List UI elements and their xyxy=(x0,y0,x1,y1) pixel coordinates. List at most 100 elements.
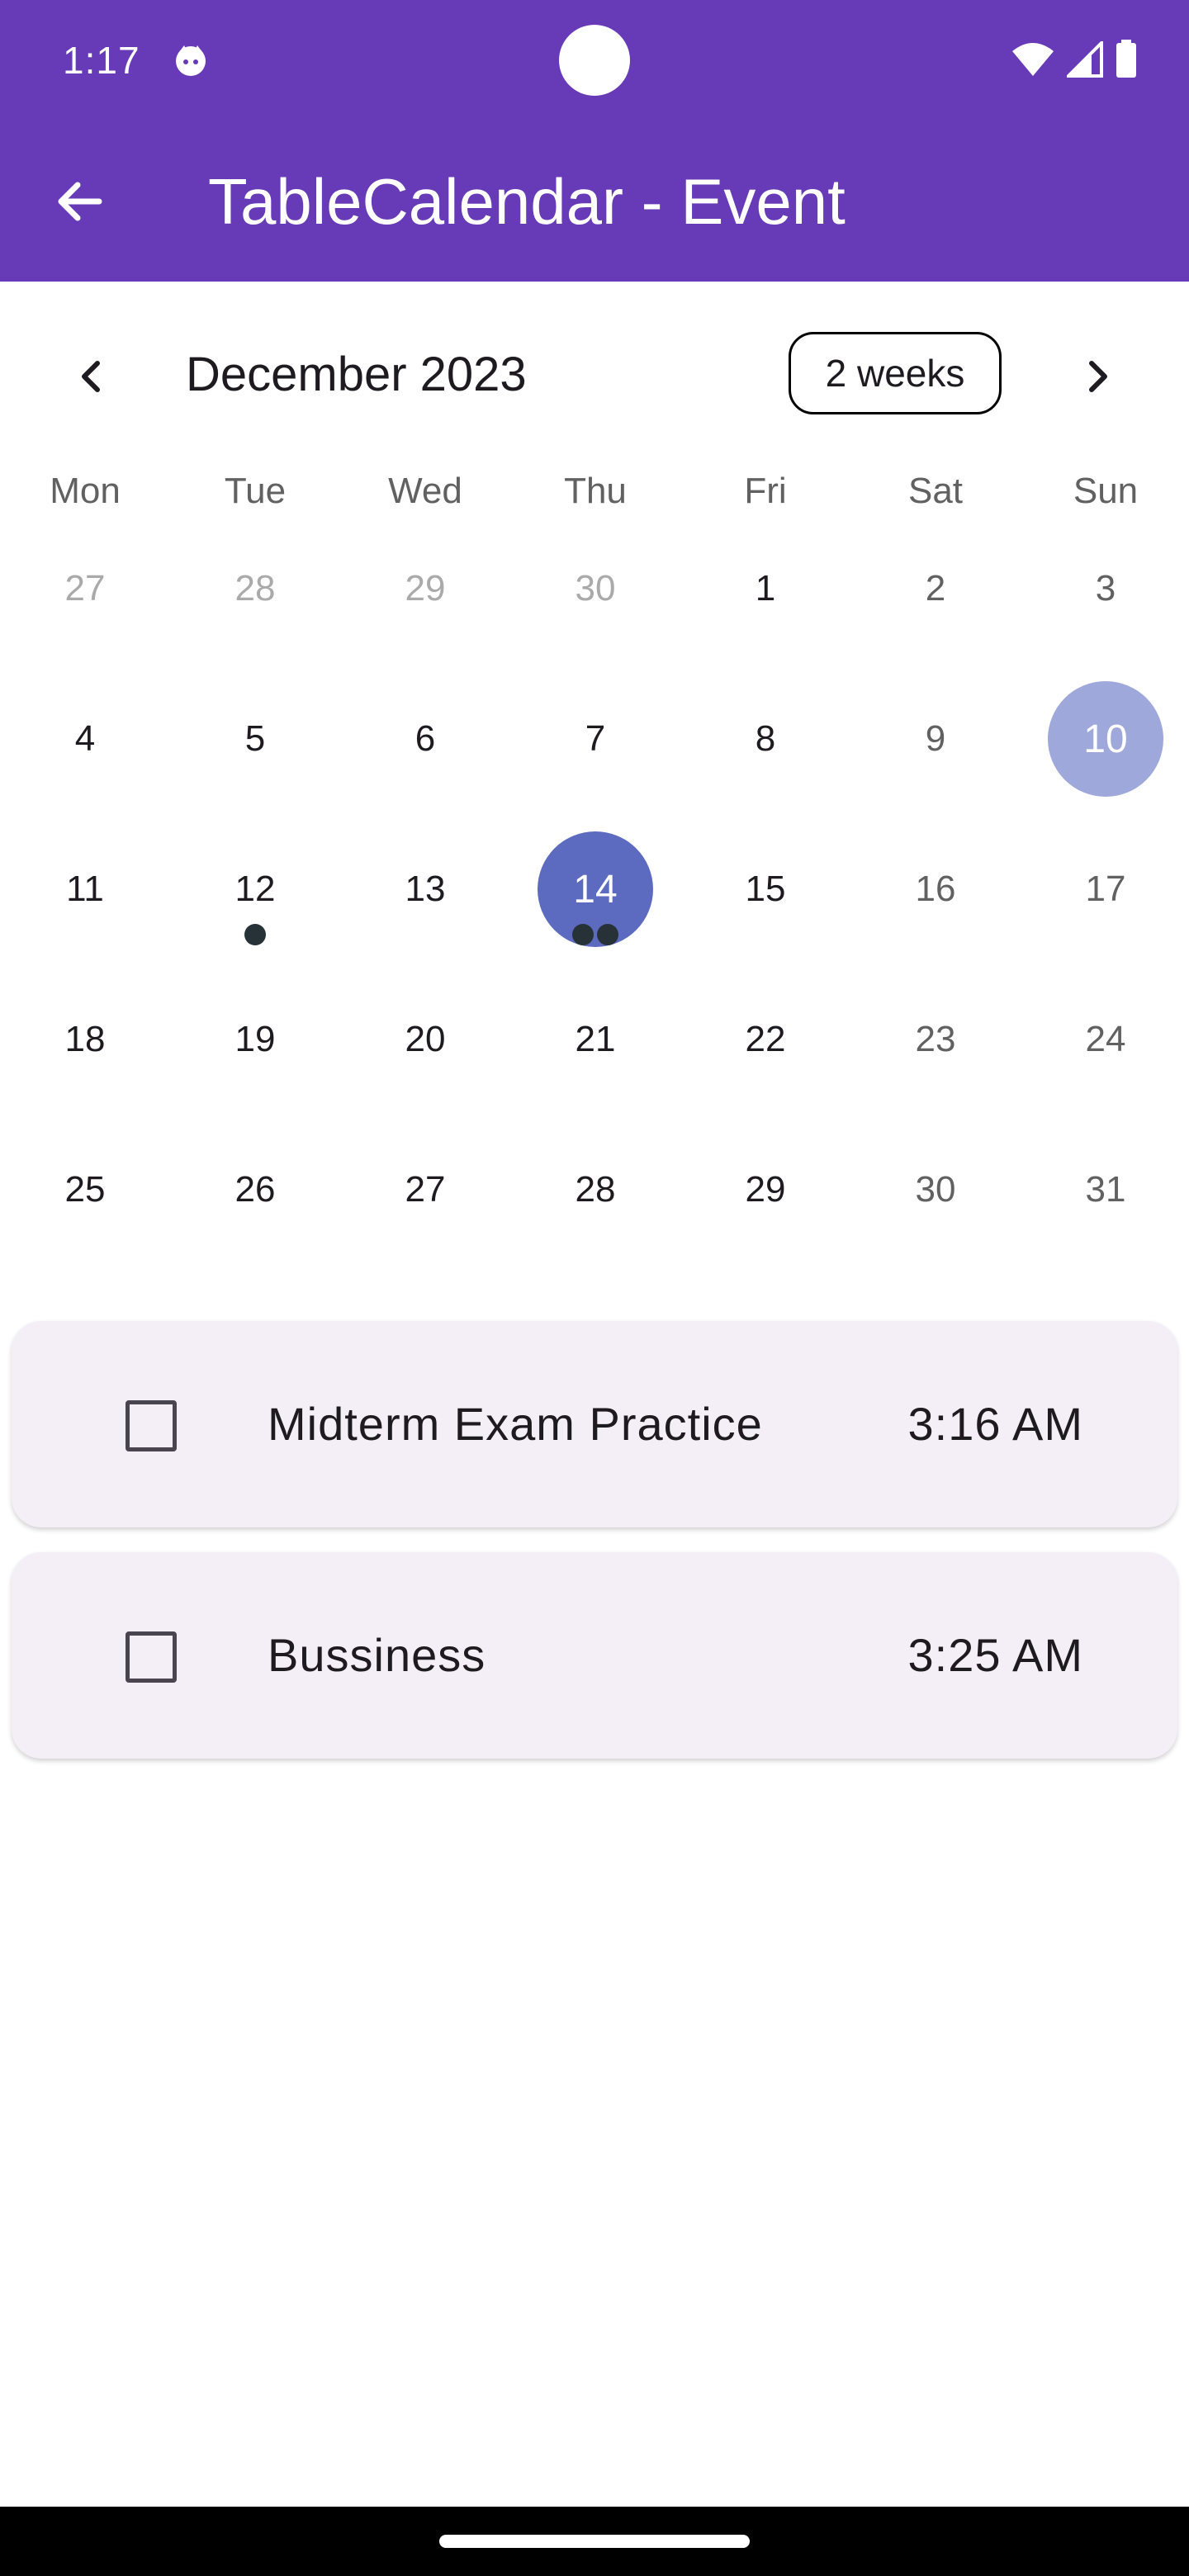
app-bar: 1:17 TableCalendar - Event xyxy=(0,0,1189,282)
battery-icon xyxy=(1116,40,1136,78)
system-navigation-bar xyxy=(0,2507,1189,2576)
calendar-day[interactable]: 17 xyxy=(1021,823,1189,955)
back-button[interactable] xyxy=(40,162,119,241)
event-time: 3:16 AM xyxy=(907,1398,1083,1450)
calendar-day[interactable]: 4 xyxy=(0,673,170,805)
event-marker-dot xyxy=(597,924,618,945)
calendar-day[interactable]: 16 xyxy=(850,823,1021,955)
calendar-day-number: 28 xyxy=(234,568,276,608)
calendar-day[interactable]: 20 xyxy=(340,973,510,1106)
calendar-day[interactable]: 12 xyxy=(170,823,340,955)
calendar-day[interactable]: 31 xyxy=(1021,1124,1189,1256)
calendar-day-number: 16 xyxy=(915,869,956,909)
status-time: 1:17 xyxy=(63,39,140,82)
calendar-day-number: 5 xyxy=(244,718,266,759)
calendar-day[interactable]: 1 xyxy=(680,523,850,655)
calendar-header: December 2023 2 weeks xyxy=(0,330,1189,421)
calendar-day[interactable]: 11 xyxy=(0,823,170,955)
event-markers xyxy=(510,924,680,945)
calendar-day-number: 19 xyxy=(234,1019,276,1059)
calendar-day-number: 23 xyxy=(915,1019,956,1059)
calendar-day-number: 17 xyxy=(1085,869,1126,909)
calendar-day-number: 29 xyxy=(745,1169,786,1210)
calendar-day-number: 21 xyxy=(575,1019,616,1059)
calendar-day[interactable]: 22 xyxy=(680,973,850,1106)
weekday-label: Thu xyxy=(564,471,627,511)
status-icons xyxy=(1011,40,1138,79)
calendar-day[interactable]: 9 xyxy=(850,673,1021,805)
calendar-day-number: 15 xyxy=(745,869,786,909)
calendar-day-number: 28 xyxy=(575,1169,616,1210)
calendar-day-number: 27 xyxy=(405,1169,446,1210)
calendar-day-number: 12 xyxy=(234,869,276,909)
calendar-day-number: 30 xyxy=(915,1169,956,1210)
calendar-day[interactable]: 6 xyxy=(340,673,510,805)
weekday-label: Wed xyxy=(388,471,462,511)
calendar-day-number: 4 xyxy=(74,718,96,759)
calendar-day[interactable]: 24 xyxy=(1021,973,1189,1106)
event-markers xyxy=(170,924,340,945)
calendar-day-number: 2 xyxy=(925,568,946,608)
chevron-left-icon xyxy=(82,361,100,392)
format-toggle-button[interactable]: 2 weeks xyxy=(789,332,1002,414)
calendar-day[interactable]: 7 xyxy=(510,673,680,805)
calendar-day-number: 27 xyxy=(64,568,106,608)
weekday-label: Tue xyxy=(224,471,287,511)
calendar-day[interactable]: 18 xyxy=(0,973,170,1106)
calendar-day[interactable]: 15 xyxy=(680,823,850,955)
calendar-day-number: 7 xyxy=(585,718,606,759)
calendar-day[interactable]: 25 xyxy=(0,1124,170,1256)
calendar-day-number: 10 xyxy=(1083,717,1128,761)
event-time: 3:25 AM xyxy=(907,1629,1083,1681)
calendar-day[interactable]: 29 xyxy=(680,1124,850,1256)
event-checkbox[interactable] xyxy=(126,1631,177,1683)
calendar-day[interactable]: 21 xyxy=(510,973,680,1106)
calendar-day-number: 14 xyxy=(573,867,618,912)
calendar-day-number: 25 xyxy=(64,1169,106,1210)
cellular-signal-icon xyxy=(1067,41,1103,78)
calendar-day[interactable]: 3 xyxy=(1021,523,1189,655)
calendar-day[interactable]: 19 xyxy=(170,973,340,1106)
calendar-day[interactable]: 10 xyxy=(1021,673,1189,805)
calendar-day[interactable]: 8 xyxy=(680,673,850,805)
calendar-day[interactable]: 13 xyxy=(340,823,510,955)
event-checkbox[interactable] xyxy=(126,1400,177,1451)
calendar-day[interactable]: 27 xyxy=(340,1124,510,1256)
calendar-day-number: 29 xyxy=(405,568,446,608)
event-card[interactable]: Bussiness 3:25 AM xyxy=(12,1552,1177,1759)
wifi-icon xyxy=(1012,43,1054,76)
calendar-day[interactable]: 30 xyxy=(510,523,680,655)
calendar-day[interactable]: 28 xyxy=(510,1124,680,1256)
event-card[interactable]: Midterm Exam Practice 3:16 AM xyxy=(12,1321,1177,1527)
calendar-day-number: 3 xyxy=(1095,568,1116,608)
calendar-day-number: 30 xyxy=(575,568,616,608)
calendar-day[interactable]: 23 xyxy=(850,973,1021,1106)
previous-month-button[interactable] xyxy=(53,337,132,416)
calendar-day[interactable]: 5 xyxy=(170,673,340,805)
calendar-day[interactable]: 26 xyxy=(170,1124,340,1256)
calendar-day[interactable]: 14 xyxy=(510,823,680,955)
calendar-day-number: 11 xyxy=(66,869,104,909)
calendar-day[interactable]: 27 xyxy=(0,523,170,655)
arrow-back-icon xyxy=(58,182,102,221)
calendar-day-number: 1 xyxy=(755,568,776,608)
weekday-label: Mon xyxy=(50,471,121,511)
calendar-day-number: 31 xyxy=(1085,1169,1126,1210)
event-title: Bussiness xyxy=(268,1629,486,1681)
calendar-day[interactable]: 29 xyxy=(340,523,510,655)
calendar-day-number: 24 xyxy=(1085,1019,1126,1059)
home-gesture-handle[interactable] xyxy=(439,2535,750,2548)
next-month-button[interactable] xyxy=(1057,337,1136,416)
event-title: Midterm Exam Practice xyxy=(268,1398,763,1450)
weekday-label: Sun xyxy=(1073,471,1139,511)
calendar-day[interactable]: 2 xyxy=(850,523,1021,655)
calendar-day[interactable]: 30 xyxy=(850,1124,1021,1256)
calendar-day-number: 6 xyxy=(414,718,436,759)
notification-cat-icon xyxy=(176,45,206,76)
page-title: TableCalendar - Event xyxy=(208,165,846,238)
event-marker-dot xyxy=(572,924,594,945)
calendar-day[interactable]: 28 xyxy=(170,523,340,655)
chevron-right-icon xyxy=(1089,361,1107,392)
calendar-day-number: 8 xyxy=(755,718,776,759)
calendar-day-number: 20 xyxy=(405,1019,446,1059)
